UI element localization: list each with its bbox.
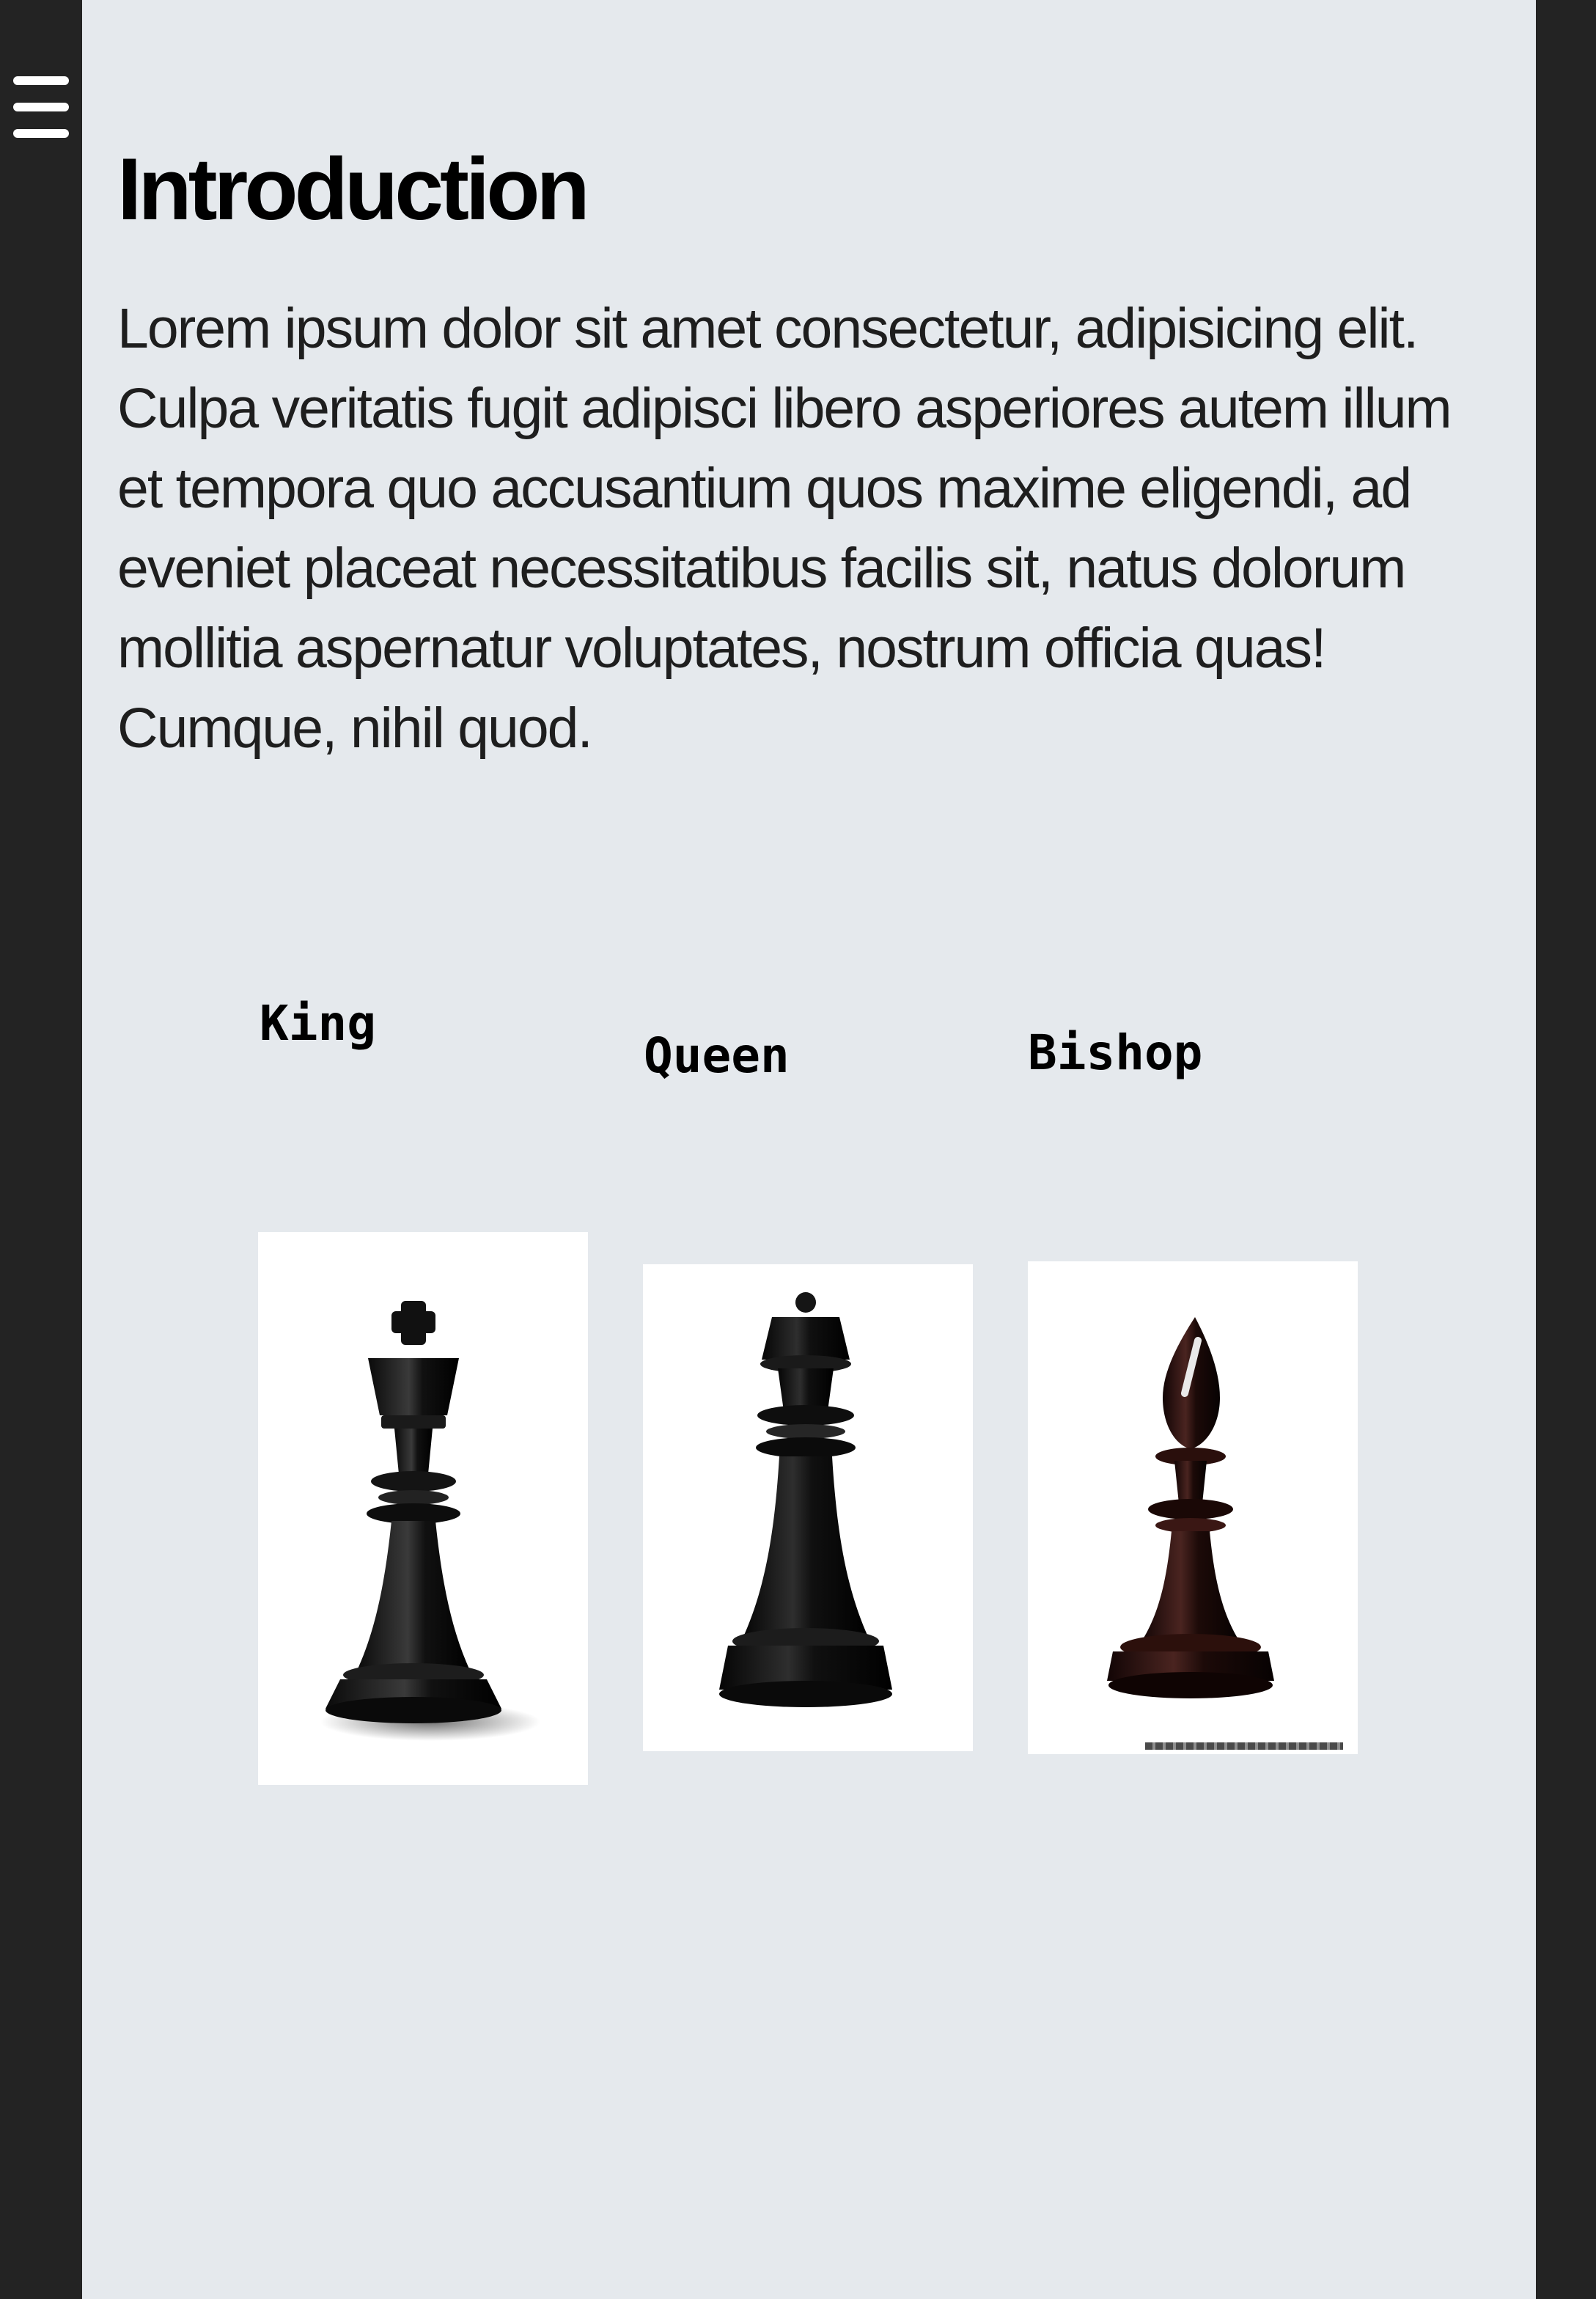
hamburger-line (13, 103, 69, 111)
piece-label-king: King (260, 995, 376, 1052)
hamburger-menu-icon[interactable] (13, 76, 69, 139)
bishop-piece-icon (1107, 1317, 1274, 1698)
intro-paragraph: Lorem ipsum dolor sit amet consectetur, … (117, 297, 1452, 760)
sidebar (0, 0, 82, 2299)
hamburger-line (13, 129, 69, 138)
king-piece-icon (320, 1301, 540, 1741)
watermark (1145, 1742, 1343, 1750)
queen-image (643, 1264, 973, 1751)
king-image (258, 1232, 588, 1785)
queen-piece-icon (719, 1292, 892, 1707)
right-scroll-rail (1536, 0, 1596, 2299)
piece-label-queen: Queen (644, 1027, 790, 1084)
hamburger-line (13, 76, 69, 85)
piece-label-bishop: Bishop (1028, 1024, 1203, 1081)
bishop-image (1028, 1261, 1358, 1754)
page-title: Introduction (117, 140, 590, 238)
main-content: Introduction Lorem ipsum dolor sit amet … (82, 0, 1536, 2299)
